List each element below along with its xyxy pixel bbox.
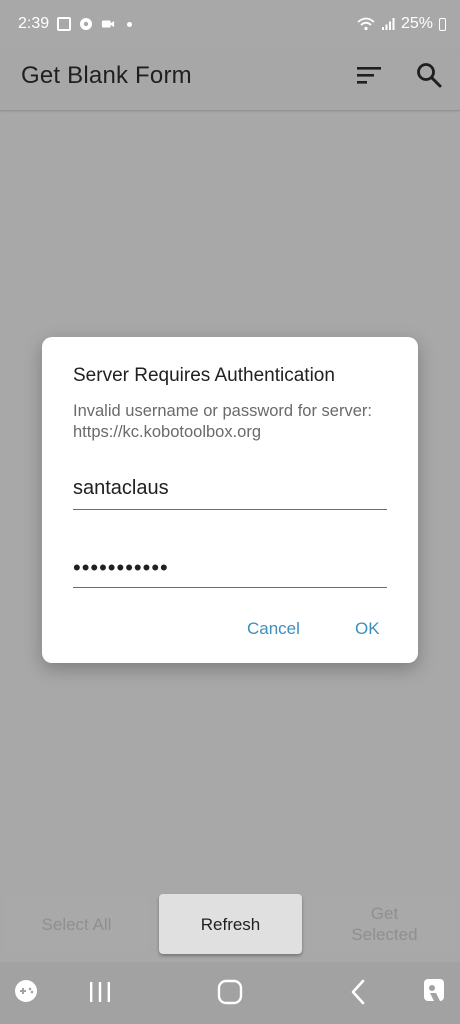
navigation-bar bbox=[0, 962, 460, 1024]
refresh-button[interactable]: Refresh bbox=[159, 894, 302, 954]
recent-apps-icon[interactable] bbox=[88, 981, 112, 1003]
status-right: 25% bbox=[357, 15, 446, 33]
wifi-icon bbox=[357, 17, 375, 31]
accessibility-icon[interactable] bbox=[422, 977, 448, 1005]
status-left: 2:39 bbox=[18, 15, 133, 33]
soccer-ball-icon bbox=[80, 18, 93, 30]
cancel-button[interactable]: Cancel bbox=[247, 619, 300, 639]
search-icon[interactable] bbox=[414, 60, 444, 90]
signal-icon bbox=[381, 18, 395, 30]
app-bar: Get Blank Form bbox=[0, 50, 460, 110]
password-field-container bbox=[73, 549, 387, 588]
notification-dot-icon bbox=[127, 21, 133, 27]
password-field[interactable] bbox=[73, 555, 387, 581]
select-all-button[interactable]: Select All bbox=[5, 894, 148, 954]
username-field-container bbox=[73, 471, 387, 510]
page-title: Get Blank Form bbox=[21, 62, 192, 89]
auth-dialog: Server Requires Authentication Invalid u… bbox=[42, 337, 418, 663]
game-launcher-icon[interactable] bbox=[13, 978, 39, 1004]
video-call-icon bbox=[102, 20, 115, 28]
back-icon[interactable] bbox=[348, 979, 368, 1005]
get-selected-button[interactable]: Get Selected bbox=[313, 894, 456, 954]
get-selected-label: Get Selected bbox=[351, 904, 418, 944]
home-icon[interactable] bbox=[217, 979, 243, 1005]
dialog-title: Server Requires Authentication bbox=[73, 365, 335, 386]
sort-icon[interactable] bbox=[355, 64, 383, 86]
username-field[interactable] bbox=[73, 477, 387, 500]
ok-button[interactable]: OK bbox=[355, 619, 380, 639]
dialog-message: Invalid username or password for server:… bbox=[73, 402, 372, 441]
status-bar: 2:39 25% bbox=[0, 0, 460, 50]
image-icon bbox=[57, 17, 72, 31]
battery-icon bbox=[439, 17, 446, 31]
battery-percent: 25% bbox=[400, 15, 433, 32]
status-time: 2:39 bbox=[18, 15, 50, 32]
